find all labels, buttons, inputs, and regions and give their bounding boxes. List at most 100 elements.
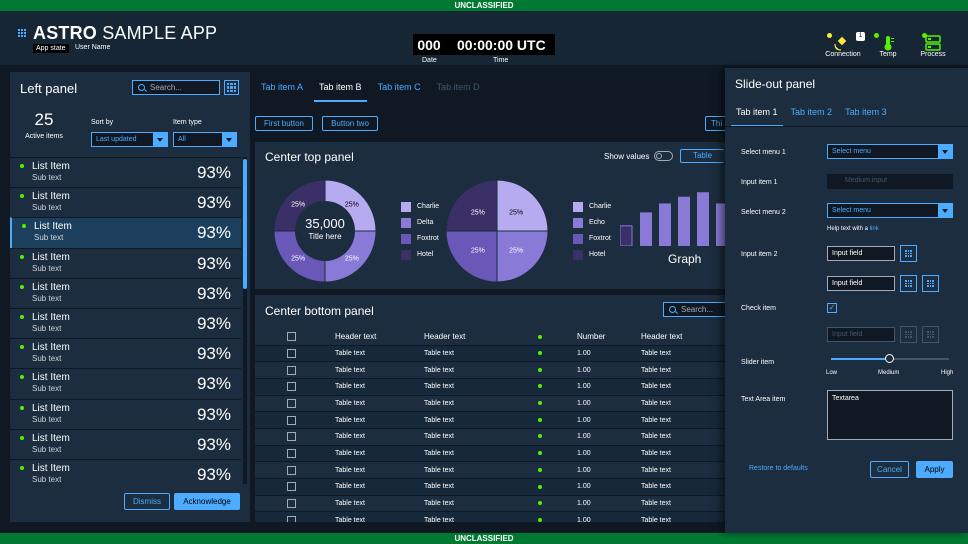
list-item[interactable]: List Item Sub text 93% [10,277,241,308]
legend-item[interactable]: Foxtrot [573,234,611,250]
textarea[interactable]: Textarea [827,390,953,440]
button-two[interactable]: Button two [322,116,378,131]
app-switcher-icon[interactable] [17,28,26,37]
check-item-checkbox[interactable]: ✓ [827,303,837,313]
slice-foxtrot[interactable] [445,230,498,283]
tab-item-3[interactable]: Tab item 3 [840,107,892,127]
search-placeholder: Search... [681,305,714,314]
row-checkbox[interactable] [287,432,296,442]
list-item[interactable]: List Item Sub text 93% [10,398,241,429]
tab-item-2[interactable]: Tab item 2 [786,107,838,127]
list-item[interactable]: List Item Sub text 93% [10,187,241,218]
status-dot [20,284,24,289]
grid-button[interactable] [922,275,939,292]
table-row[interactable]: Table text Table text 1.00 Table text [255,411,735,429]
clock-time-label: Time [493,57,509,64]
list-item[interactable]: List Item Sub text 93% [10,338,241,369]
select-menu-1[interactable]: Select menu [827,144,953,159]
bar[interactable] [640,212,652,246]
table-row[interactable]: Table text Table text 1.00 Table text [255,427,735,446]
monitor-process[interactable]: Process [918,33,948,58]
list-item[interactable]: List Item Sub text 93% [10,428,241,459]
table-cell: Table text [424,511,538,522]
slider-knob[interactable] [885,354,894,363]
legend-item[interactable]: Hotel [401,250,439,266]
slice-hotel[interactable] [445,179,498,232]
monitor-temp[interactable]: Temp [874,33,900,58]
row-checkbox[interactable] [287,448,296,458]
column-header[interactable]: Header text [641,328,735,345]
bar[interactable] [678,196,690,246]
slice-charlie[interactable] [496,179,549,232]
list-item[interactable]: List Item Sub text 93% [10,368,241,399]
list-item[interactable]: List Item Sub text 93% [10,247,241,278]
restore-defaults-link[interactable]: Restore to defaults [749,465,808,472]
select-menu-2[interactable]: Select menu [827,203,953,218]
input-field-2b[interactable]: Input field [827,276,895,291]
tab-b[interactable]: Tab item B [314,82,367,102]
table-row[interactable]: Table text Table text 1.00 Table text [255,494,735,512]
legend-item[interactable]: Hotel [573,250,611,266]
show-values-toggle[interactable] [654,151,673,161]
cancel-button[interactable]: Cancel [870,461,909,478]
row-checkbox[interactable] [287,348,296,358]
row-checkbox[interactable] [287,515,296,522]
list-item[interactable]: List Item Sub text 93% [10,458,241,484]
row-checkbox[interactable] [287,398,296,408]
first-button[interactable]: First button [255,116,313,131]
legend-item[interactable]: Echo [573,218,611,234]
monitor-connection[interactable]: 1 Connection [823,32,865,58]
list-item-subtext: Sub text [32,414,62,424]
legend-item[interactable]: Foxtrot [401,234,439,250]
legend-item[interactable]: Delta [401,218,439,234]
table-row[interactable]: Table text Table text 1.00 Table text [255,461,735,479]
slice-echo[interactable] [496,230,549,283]
list-item[interactable]: List Item Sub text 93% [10,157,241,188]
legend-item[interactable]: Charlie [573,202,611,218]
table-row[interactable]: Table text Table text 1.00 Table text [255,478,735,496]
grid-button[interactable] [900,245,917,262]
table-row[interactable]: Table text Table text 1.00 Table text [255,394,735,412]
row-checkbox[interactable] [287,482,296,492]
row-checkbox[interactable] [287,382,296,392]
table-row[interactable]: Table text Table text 1.00 Table text [255,361,735,379]
tab-a[interactable]: Tab item A [256,82,308,102]
column-header[interactable]: Header text [335,328,424,345]
legend-swatch [573,218,583,228]
tab-item-1[interactable]: Tab item 1 [731,107,783,127]
table-row[interactable]: Table text Table text 1.00 Table text [255,511,735,522]
row-checkbox[interactable] [287,415,296,425]
bar[interactable] [697,192,709,246]
table-view-button[interactable]: Table [680,149,724,163]
row-checkbox[interactable] [287,499,296,509]
list-scrollbar[interactable] [243,157,247,484]
apply-button[interactable]: Apply [916,461,953,478]
table-row[interactable]: Table text Table text 1.00 Table text [255,344,735,362]
slider[interactable] [831,354,949,363]
column-header[interactable]: Number [577,328,641,345]
column-header[interactable]: Header text [424,328,538,345]
row-checkbox-cell [255,361,335,379]
grid-button[interactable] [900,275,917,292]
table-row[interactable]: Table text Table text 1.00 Table text [255,444,735,462]
row-checkbox[interactable] [287,365,296,375]
input-field-2a[interactable]: Input field [827,246,895,261]
medium-input[interactable]: Medium input [827,174,953,189]
table-cell: Table text [424,394,538,412]
grid-view-button[interactable] [224,80,239,95]
dismiss-button[interactable]: Dismiss [124,493,170,510]
tab-c[interactable]: Tab item C [373,82,426,102]
acknowledge-button[interactable]: Acknowledge [174,493,240,510]
select-all-checkbox[interactable] [287,331,296,341]
left-search-input[interactable]: Search... [132,80,220,95]
legend-item[interactable]: Charlie [401,202,439,218]
bar[interactable] [659,203,671,246]
type-select[interactable]: All [173,132,237,147]
table-row[interactable]: Table text Table text 1.00 Table text [255,377,735,396]
list-item[interactable]: List Item Sub text 93% [10,307,241,339]
bar[interactable] [620,225,633,246]
help-link[interactable]: link [870,226,879,232]
list-item[interactable]: List Item Sub text 93% [10,217,241,248]
row-checkbox[interactable] [287,465,296,475]
sort-select[interactable]: Last updated [91,132,168,147]
